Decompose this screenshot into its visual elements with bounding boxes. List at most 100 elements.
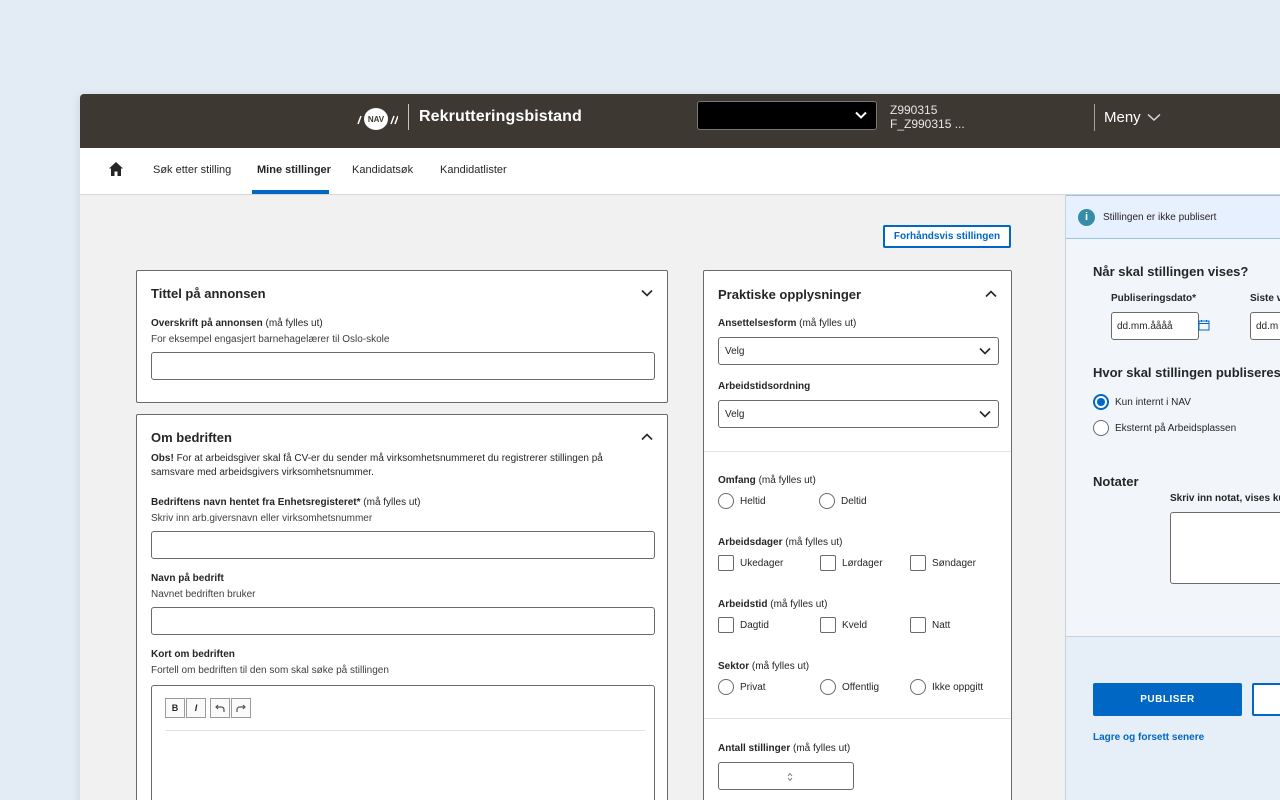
not-published-alert: i Stillingen er ikke publisert [1066, 195, 1280, 239]
chevron-down-icon [979, 410, 991, 418]
when-heading: Når skal stillingen vises? [1093, 264, 1249, 279]
radio-button[interactable] [1093, 420, 1109, 436]
publish-button[interactable]: PUBLISER [1093, 683, 1242, 716]
nav-item-candidate-search[interactable]: Kandidatsøk [352, 164, 413, 176]
notes-heading: Notater [1093, 474, 1139, 489]
company-card: Om bedriften Obs! For at arbeidsgiver sk… [136, 414, 668, 800]
section-divider [704, 451, 1011, 452]
practical-card-heading: Praktiske opplysninger [718, 287, 862, 302]
title-card-heading: Tittel på annonsen [151, 286, 266, 301]
checkbox[interactable] [910, 555, 926, 571]
last-date-input[interactable]: dd.m [1250, 312, 1280, 340]
user-name: F_Z990315 ... [890, 117, 965, 131]
radio-button[interactable] [910, 679, 926, 695]
checkbox[interactable] [718, 617, 734, 633]
bold-button[interactable]: B [165, 698, 185, 718]
positions-count-label: Antall stillinger (må fylles ut) [718, 743, 851, 754]
publish-side-panel: i Stillingen er ikke publisert Når skal … [1065, 195, 1280, 800]
employment-type-label: Ansettelsesform (må fylles ut) [718, 318, 857, 329]
scope-option-parttime[interactable]: Deltid [819, 493, 867, 509]
sector-option-private[interactable]: Privat [718, 679, 766, 695]
save-later-link[interactable]: Lagre og forsett senere [1093, 732, 1204, 743]
radio-button[interactable] [718, 679, 734, 695]
publish-date-input[interactable]: dd.mm.åååå [1111, 312, 1199, 340]
spinner-arrows-icon[interactable] [787, 772, 793, 782]
alert-text: Stillingen er ikke publisert [1103, 211, 1217, 223]
redo-button[interactable] [231, 698, 251, 718]
workdays-label: Arbeidsdager (må fylles ut) [718, 537, 843, 548]
checkbox[interactable] [820, 617, 836, 633]
calendar-icon[interactable] [1198, 319, 1210, 331]
app-title[interactable]: Rekrutteringsbistand [419, 108, 582, 126]
user-info: Z990315 F_Z990315 ... [890, 103, 965, 131]
preview-position-button[interactable]: Forhåndsvis stillingen [883, 225, 1011, 248]
publish-footer: PUBLISER Lagre og forsett senere [1066, 636, 1280, 800]
notes-textarea[interactable] [1170, 512, 1280, 584]
checkbox[interactable] [910, 617, 926, 633]
secondary-action-button[interactable] [1252, 683, 1280, 716]
about-company-editor[interactable]: B I [151, 685, 655, 800]
publish-date-label: Publiseringsdato* [1111, 293, 1197, 304]
italic-button[interactable]: I [186, 698, 206, 718]
radio-button[interactable] [718, 493, 734, 509]
headline-input[interactable] [151, 352, 655, 380]
menu-divider [1094, 104, 1095, 131]
worktime-arrangement-label: Arbeidstidsordning [718, 381, 811, 392]
workdays-option-weekdays[interactable]: Ukedager [718, 555, 783, 571]
where-heading: Hvor skal stillingen publiseres? [1093, 365, 1280, 380]
publish-option-external[interactable]: Eksternt på Arbeidsplassen [1093, 420, 1236, 436]
menu-button[interactable]: Meny [1104, 109, 1161, 126]
worktime-arrangement-select[interactable]: Velg [718, 400, 999, 428]
work-hours-option-daytime[interactable]: Dagtid [718, 617, 769, 633]
work-hours-option-evening[interactable]: Kveld [820, 617, 867, 633]
nav-item-candidate-lists[interactable]: Kandidatlister [440, 164, 507, 176]
practical-info-card: Praktiske opplysninger Ansettelsesform (… [703, 270, 1012, 800]
main-navigation: Søk etter stilling Mine stillinger Kandi… [80, 148, 1280, 195]
editor-toolbar-divider [165, 730, 645, 731]
chevron-down-icon[interactable] [641, 289, 653, 297]
checkbox[interactable] [820, 555, 836, 571]
radio-button[interactable] [820, 679, 836, 695]
radio-button[interactable] [819, 493, 835, 509]
positions-count-input[interactable] [718, 762, 854, 790]
svg-text:NAV: NAV [368, 115, 385, 124]
unit-select[interactable] [697, 101, 877, 130]
radio-button-selected[interactable] [1093, 394, 1109, 410]
app-window: NAV Rekrutteringsbistand Z990315 F_Z9903… [80, 94, 1280, 800]
nav-logo-icon[interactable]: NAV [356, 104, 398, 134]
registry-name-input[interactable] [151, 531, 655, 559]
obs-notice: Obs! For at arbeidsgiver skal få CV-er d… [151, 453, 603, 478]
title-card: Tittel på annonsen Overskrift på annonse… [136, 270, 668, 403]
worktime-arrangement-value: Velg [725, 408, 745, 420]
workdays-option-sundays[interactable]: Søndager [910, 555, 976, 571]
employment-type-value: Velg [725, 345, 745, 357]
last-date-label: Siste v [1250, 293, 1280, 304]
headline-label: Overskrift på annonsen (må fylles ut) [151, 318, 323, 329]
work-hours-option-night[interactable]: Natt [910, 617, 950, 633]
sector-option-public[interactable]: Offentlig [820, 679, 879, 695]
company-name-input[interactable] [151, 607, 655, 635]
employment-type-select[interactable]: Velg [718, 337, 999, 365]
chevron-up-icon[interactable] [985, 290, 997, 298]
sector-label: Sektor (må fylles ut) [718, 661, 810, 672]
registry-name-description: Skriv inn arb.giversnavn eller virksomhe… [151, 513, 373, 524]
home-icon[interactable] [108, 161, 124, 177]
sector-option-not-specified[interactable]: Ikke oppgitt [910, 679, 983, 695]
headline-description: For eksempel engasjert barnehagelærer ti… [151, 334, 390, 345]
publish-option-internal[interactable]: Kun internt i NAV [1093, 394, 1191, 410]
checkbox[interactable] [718, 555, 734, 571]
workdays-option-saturdays[interactable]: Lørdager [820, 555, 883, 571]
user-id: Z990315 [890, 103, 938, 117]
registry-name-label: Bedriftens navn hentet fra Enhetsregiste… [151, 497, 421, 508]
work-hours-label: Arbeidstid (må fylles ut) [718, 599, 828, 610]
nav-item-search-positions[interactable]: Søk etter stilling [153, 164, 231, 176]
chevron-up-icon[interactable] [641, 433, 653, 441]
about-company-label: Kort om bedriften [151, 649, 235, 660]
section-divider [704, 718, 1011, 719]
undo-button[interactable] [210, 698, 230, 718]
nav-item-my-positions[interactable]: Mine stillinger [257, 164, 331, 176]
scope-label: Omfang (må fylles ut) [718, 475, 816, 486]
redo-icon [236, 704, 246, 712]
menu-label: Meny [1104, 109, 1141, 126]
scope-option-fulltime[interactable]: Heltid [718, 493, 766, 509]
